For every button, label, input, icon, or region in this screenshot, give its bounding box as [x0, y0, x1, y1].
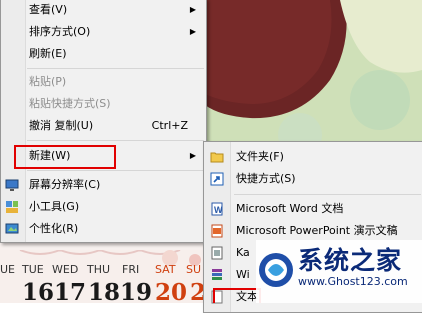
menu-item-personalize-label: 个性化(R) — [29, 222, 79, 235]
menu-item-personalize[interactable]: 个性化(R) — [1, 218, 206, 240]
menu-item-undo-copy[interactable]: 撤消 复制(U) Ctrl+Z — [1, 115, 206, 137]
screen-resolution-icon — [5, 179, 19, 191]
menu-item-refresh-label: 刷新(E) — [29, 47, 67, 60]
folder-icon — [210, 152, 224, 163]
menu-item-gadgets-label: 小工具(G) — [29, 200, 80, 213]
submenu-arrow-icon: ▶ — [189, 151, 196, 160]
svg-text:W: W — [214, 205, 223, 215]
menu-item-view[interactable]: 查看(V) ▶ — [1, 0, 206, 21]
calendar-day-5: SAT — [155, 263, 176, 276]
word-doc-icon: W — [211, 202, 223, 216]
menu-item-paste-label: 粘贴(P) — [29, 75, 67, 88]
calendar-day-3: THU — [87, 263, 111, 276]
winrar-icon — [212, 269, 222, 280]
calendar-day-6: SU — [186, 263, 202, 276]
submenu-item-shortcut-label: 快捷方式(S) — [236, 172, 296, 185]
menu-separator — [27, 170, 204, 171]
shortcut-icon — [210, 172, 224, 186]
submenu-item-shortcut[interactable]: 快捷方式(S) — [204, 168, 422, 190]
submenu-item-powerpoint-label: Microsoft PowerPoint 演示文稿 — [236, 224, 398, 237]
text-doc-highlight-box — [213, 288, 261, 303]
submenu-arrow-icon: ▶ — [189, 27, 196, 36]
menu-item-sort-by-label: 排序方式(O) — [29, 25, 91, 38]
submenu-separator — [234, 194, 421, 195]
calendar-day-4: FRI — [122, 263, 140, 276]
calendar-day-2: WED — [52, 263, 79, 276]
menu-item-view-label: 查看(V) — [29, 3, 68, 16]
menu-item-refresh[interactable]: 刷新(E) — [1, 43, 206, 65]
submenu-item-word-document-label: Microsoft Word 文档 — [236, 202, 344, 215]
desktop-context-menu: 查看(V) ▶ 排序方式(O) ▶ 刷新(E) 粘贴(P) 粘贴快捷方式(S) … — [0, 0, 207, 243]
submenu-item-folder-label: 文件夹(F) — [236, 150, 284, 163]
gadgets-icon — [6, 201, 18, 213]
menu-item-sort-by[interactable]: 排序方式(O) ▶ — [1, 21, 206, 43]
calendar-date-18[interactable]: 18 — [88, 279, 120, 306]
powerpoint-icon — [211, 224, 223, 238]
watermark-url: www.Ghost123.com — [298, 275, 408, 288]
submenu-item-ka-label: Ka — [236, 246, 250, 259]
calendar-date-19[interactable]: 19 — [120, 279, 152, 306]
watermark-title: 系统之家 — [298, 246, 403, 275]
calendar-date-16[interactable]: 16 — [22, 279, 54, 306]
menu-item-screen-resolution[interactable]: 屏幕分辨率(C) — [1, 174, 206, 196]
menu-item-paste[interactable]: 粘贴(P) — [1, 71, 206, 93]
menu-item-gadgets[interactable]: 小工具(G) — [1, 196, 206, 218]
generic-app-icon — [211, 246, 223, 260]
submenu-item-winrar-label: Wi — [236, 268, 250, 281]
menu-item-paste-shortcut[interactable]: 粘贴快捷方式(S) — [1, 93, 206, 115]
calendar-date-20[interactable]: 20 — [155, 279, 187, 306]
submenu-arrow-icon: ▶ — [189, 5, 196, 14]
new-item-highlight-box — [14, 145, 116, 169]
calendar-date-17[interactable]: 17 — [54, 279, 86, 306]
submenu-item-folder[interactable]: 文件夹(F) — [204, 146, 422, 168]
menu-item-undo-shortcut: Ctrl+Z — [151, 119, 188, 132]
calendar-day-0: UE — [0, 263, 16, 276]
menu-separator — [27, 68, 204, 69]
menu-item-paste-shortcut-label: 粘贴快捷方式(S) — [29, 97, 111, 110]
calendar-day-1: TUE — [22, 263, 44, 276]
menu-separator — [27, 140, 204, 141]
menu-item-undo-copy-label: 撤消 复制(U) — [29, 119, 94, 132]
personalize-icon — [5, 223, 19, 234]
submenu-item-word-document[interactable]: W Microsoft Word 文档 — [204, 198, 422, 220]
submenu-item-powerpoint[interactable]: Microsoft PowerPoint 演示文稿 — [204, 220, 422, 242]
menu-item-screen-resolution-label: 屏幕分辨率(C) — [29, 178, 101, 191]
